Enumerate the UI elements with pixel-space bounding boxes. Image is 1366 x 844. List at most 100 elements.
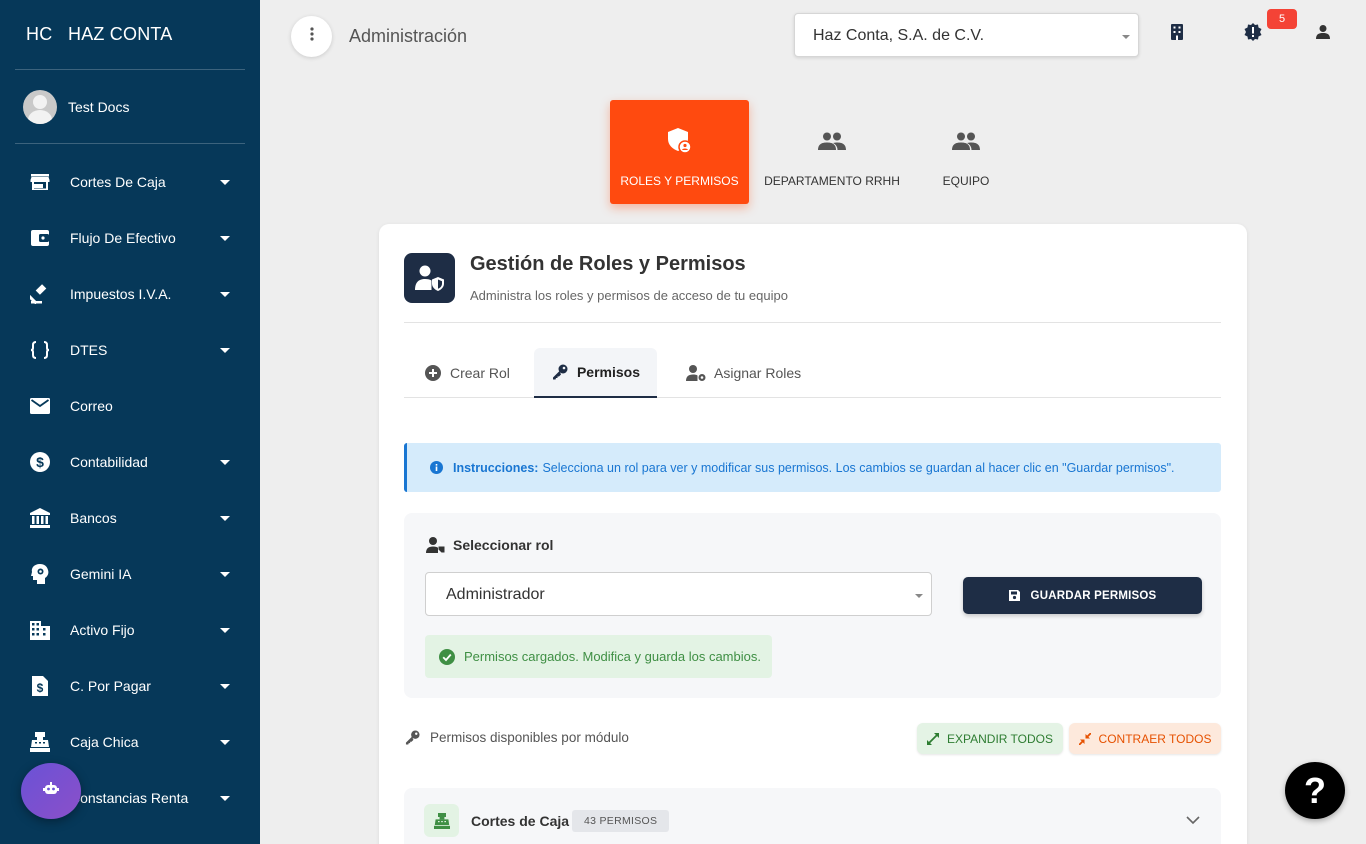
info-icon: [429, 461, 443, 475]
sidebar-item-gemini-ia[interactable]: Gemini IA: [0, 546, 260, 602]
chevron-down-icon: [220, 739, 230, 745]
module-row-cortes-de-caja[interactable]: Cortes de Caja 43 PERMISOS: [404, 788, 1221, 844]
tab-permisos[interactable]: Permisos: [534, 348, 657, 398]
alert-badge-icon: [1244, 22, 1262, 46]
user-tag-icon: [425, 536, 445, 554]
svg-text:$: $: [37, 681, 44, 695]
sidebar-item-caja-chica[interactable]: Caja Chica: [0, 714, 260, 770]
expand-all-button[interactable]: EXPANDIR TODOS: [917, 723, 1063, 754]
plus-circle-icon: [424, 364, 442, 382]
sidebar-item-bancos[interactable]: Bancos: [0, 490, 260, 546]
dollar-circle-icon: $: [29, 451, 51, 473]
save-permissions-button[interactable]: GUARDAR PERMISOS: [963, 577, 1202, 614]
braces-icon: [29, 339, 51, 361]
key-icon: [551, 363, 569, 381]
save-icon: [1009, 590, 1021, 602]
brand[interactable]: HC HAZ CONTA: [26, 24, 172, 45]
group-icon: [952, 128, 980, 154]
chevron-down-icon: [220, 795, 230, 801]
tab-roles-y-permisos[interactable]: ROLES Y PERMISOS: [610, 100, 749, 204]
select-role-heading: Seleccionar rol: [425, 536, 553, 554]
key-icon: [404, 729, 420, 745]
chevron-down-icon: [220, 459, 230, 465]
user-cog-icon: [686, 364, 706, 382]
module-name: Cortes de Caja: [471, 813, 570, 829]
sidebar-item-contabilidad[interactable]: $ Contabilidad: [0, 434, 260, 490]
chevron-down-icon: [220, 627, 230, 633]
gavel-icon: [29, 283, 51, 305]
sidebar-item-flujo-de-efectivo[interactable]: Flujo De Efectivo: [0, 210, 260, 266]
collapse-all-button[interactable]: CONTRAER TODOS: [1069, 723, 1221, 754]
sidebar: HC HAZ CONTA Test Docs Cortes De Caja Flu…: [0, 0, 260, 844]
user-account-button[interactable]: [1313, 24, 1333, 44]
instructions-text: Selecciona un rol para ver y modificar s…: [542, 460, 1175, 475]
shield-user-icon: [667, 128, 692, 154]
sidebar-nav: Cortes De Caja Flujo De Efectivo Impuest…: [0, 154, 260, 826]
company-select-value: Haz Conta, S.A. de C.V.: [813, 27, 985, 44]
tab-crear-rol[interactable]: Crear Rol: [424, 348, 510, 398]
instructions-label: Instrucciones:: [453, 460, 539, 475]
permissions-count-badge: 43 PERMISOS: [572, 810, 670, 832]
mail-icon: [29, 395, 51, 417]
sidebar-divider: [15, 143, 245, 144]
chevron-down-icon: [220, 291, 230, 297]
svg-text:$: $: [36, 454, 44, 470]
tab-asignar-roles[interactable]: Asignar Roles: [686, 348, 801, 398]
cash-register-icon: [29, 731, 51, 753]
chevron-down-icon: [220, 571, 230, 577]
invoice-icon: $: [29, 675, 51, 697]
roles-permissions-card: Gestión de Roles y Permisos Administra l…: [379, 224, 1247, 844]
chevron-down-icon: [220, 235, 230, 241]
building-icon: [29, 619, 51, 641]
compress-icon: [1078, 732, 1091, 745]
sidebar-item-activo-fijo[interactable]: Activo Fijo: [0, 602, 260, 658]
more-vertical-icon: [309, 27, 314, 46]
help-icon: ?: [1304, 769, 1326, 811]
company-select[interactable]: Haz Conta, S.A. de C.V.: [794, 13, 1139, 57]
check-circle-icon: [439, 648, 455, 665]
card-title: Gestión de Roles y Permisos: [470, 253, 746, 275]
more-options-button[interactable]: [291, 16, 332, 57]
cash-register-icon: [424, 804, 459, 837]
role-select[interactable]: Administrador: [425, 572, 932, 616]
chevron-down-icon: [220, 515, 230, 521]
brain-head-icon: [29, 563, 51, 585]
brand-mini: HC: [26, 24, 53, 44]
sidebar-item-impuestos-iva[interactable]: Impuestos I.V.A.: [0, 266, 260, 322]
instructions-alert: Instrucciones: Selecciona un rol para ve…: [404, 443, 1221, 492]
brand-name: HAZ CONTA: [68, 24, 173, 44]
robot-icon: [43, 781, 59, 801]
notifications-button[interactable]: [1243, 22, 1263, 46]
role-tabs: Crear Rol Permisos Asignar Roles: [404, 348, 1221, 398]
group-icon: [818, 128, 846, 154]
permissions-by-module-label: Permisos disponibles por módulo: [404, 729, 629, 745]
role-select-panel: Seleccionar rol Administrador GUARDAR PE…: [404, 513, 1221, 698]
sidebar-item-correo[interactable]: Correo: [0, 378, 260, 434]
avatar: [23, 90, 57, 124]
chevron-down-icon[interactable]: [1185, 812, 1201, 828]
user-shield-icon: [404, 253, 455, 303]
ai-assistant-button[interactable]: [21, 763, 81, 819]
chevron-down-icon: [220, 683, 230, 689]
tab-equipo[interactable]: EQUIPO: [920, 100, 1012, 204]
sidebar-item-c-por-pagar[interactable]: $ C. Por Pagar: [0, 658, 260, 714]
company-building-button[interactable]: [1167, 23, 1187, 44]
divider: [404, 322, 1221, 323]
chevron-down-icon: [1122, 35, 1130, 39]
chevron-down-icon: [915, 594, 923, 598]
notifications-count-badge: 5: [1267, 9, 1297, 29]
sidebar-item-dtes[interactable]: DTES: [0, 322, 260, 378]
help-button[interactable]: ?: [1285, 762, 1345, 819]
success-text: Permisos cargados. Modifica y guarda los…: [464, 649, 761, 664]
user-profile[interactable]: Test Docs: [23, 90, 129, 124]
person-icon: [1316, 24, 1330, 44]
user-name: Test Docs: [68, 99, 130, 115]
sidebar-divider: [15, 69, 245, 70]
bank-icon: [29, 507, 51, 529]
store-icon: [29, 171, 51, 193]
expand-icon: [926, 732, 939, 745]
card-subtitle: Administra los roles y permisos de acces…: [470, 288, 788, 303]
tab-departamento-rrhh[interactable]: DEPARTAMENTO RRHH: [760, 100, 904, 204]
sidebar-item-cortes-de-caja[interactable]: Cortes De Caja: [0, 154, 260, 210]
chevron-down-icon: [220, 347, 230, 353]
